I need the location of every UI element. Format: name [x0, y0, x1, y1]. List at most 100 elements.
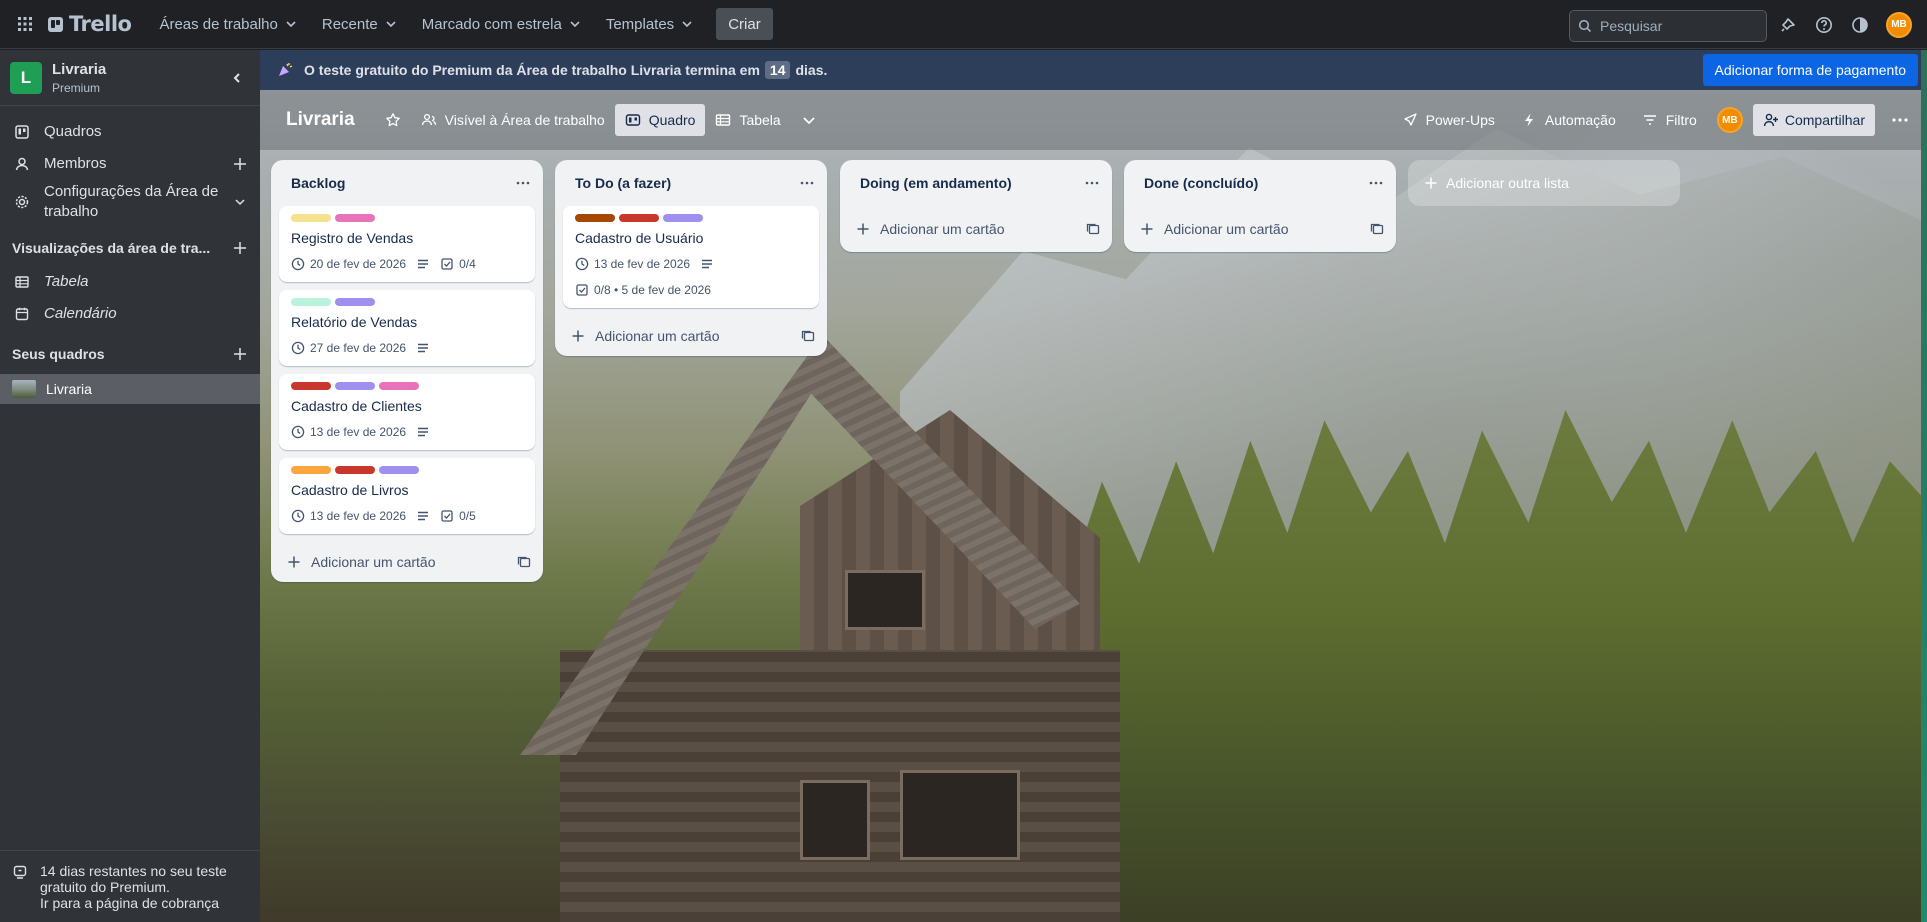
add-card-label: Adicionar um cartão	[1164, 221, 1289, 237]
notifications-icon[interactable]	[1778, 15, 1798, 35]
card-label[interactable]	[663, 214, 703, 222]
sidebar-item-settings[interactable]: Configurações da Área de trabalho	[0, 180, 260, 224]
template-icon[interactable]	[801, 329, 815, 343]
add-member-icon[interactable]	[232, 156, 248, 172]
search-box[interactable]: Pesquisar	[1569, 10, 1767, 42]
list-done: Done (concluído) Adicionar um cartão	[1124, 160, 1396, 252]
list-title[interactable]: Done (concluído)	[1144, 175, 1258, 191]
sidebar-view-table[interactable]: Tabela	[0, 266, 260, 298]
billing-link[interactable]: Ir para a página de cobrança	[40, 895, 227, 911]
search-input[interactable]: Pesquisar	[1600, 18, 1662, 34]
description-icon	[418, 343, 429, 353]
menu-templates[interactable]: Templates	[596, 8, 704, 40]
create-button[interactable]: Criar	[716, 8, 773, 40]
card-cadastro-de-usuario[interactable]: Cadastro de Usuário 13 de fev de 2026 0/…	[563, 206, 819, 308]
chevron-down-icon[interactable]	[232, 194, 248, 210]
table-icon	[716, 114, 731, 126]
menu-recent[interactable]: Recente	[312, 8, 408, 40]
card-label[interactable]	[335, 214, 375, 222]
board-canvas: O teste gratuito do Premium da Área de t…	[260, 50, 1927, 922]
sidebar-board-livraria[interactable]: Livraria	[0, 374, 260, 404]
list-menu-icon[interactable]	[799, 175, 815, 191]
card-label[interactable]	[291, 298, 331, 306]
template-icon[interactable]	[1086, 222, 1100, 236]
add-card-button[interactable]: Adicionar um cartão	[555, 316, 827, 356]
card-label[interactable]	[335, 298, 375, 306]
sidebar-item-members[interactable]: Membros	[0, 148, 260, 180]
theme-icon[interactable]	[1850, 15, 1870, 35]
menu-workspaces[interactable]: Áreas de trabalho	[149, 8, 307, 40]
filter-button[interactable]: Filtro	[1632, 104, 1707, 136]
workspace-logo[interactable]: L	[10, 61, 42, 94]
add-card-button[interactable]: Adicionar um cartão	[840, 206, 1112, 252]
add-list-button[interactable]: Adicionar outra lista	[1408, 160, 1680, 206]
more-views-button[interactable]	[791, 104, 827, 136]
app-switcher-icon[interactable]	[10, 9, 40, 39]
due-date-badge[interactable]: 27 de fev de 2026	[291, 341, 406, 355]
template-icon[interactable]	[1370, 222, 1384, 236]
due-date-badge[interactable]: 13 de fev de 2026	[291, 425, 406, 439]
board-member-avatar[interactable]: MB	[1716, 107, 1743, 133]
star-board-button[interactable]	[375, 104, 411, 136]
card-badges: 27 de fev de 2026	[291, 338, 523, 358]
trial-notice[interactable]: 14 dias restantes no seu teste gratuito …	[0, 850, 260, 922]
collapse-sidebar-icon[interactable]	[224, 65, 250, 91]
user-avatar[interactable]: MB	[1886, 11, 1912, 38]
due-date-badge[interactable]: 13 de fev de 2026	[291, 509, 406, 523]
due-date-badge[interactable]: 20 de fev de 2026	[291, 257, 406, 271]
add-card-label: Adicionar um cartão	[880, 221, 1005, 237]
automation-button[interactable]: Automação	[1511, 104, 1626, 136]
card-label[interactable]	[291, 382, 331, 390]
checklist-badge: 0/4	[440, 257, 476, 271]
add-payment-button[interactable]: Adicionar forma de pagamento	[1702, 54, 1918, 86]
list-menu-icon[interactable]	[1368, 175, 1384, 191]
board-menu-button[interactable]	[1881, 104, 1919, 136]
card-label[interactable]	[379, 382, 419, 390]
share-button[interactable]: Compartilhar	[1752, 104, 1875, 136]
card-label[interactable]	[291, 466, 331, 474]
sidebar-item-label: Tabela	[44, 273, 89, 290]
list-menu-icon[interactable]	[515, 175, 531, 191]
list-title[interactable]: Doing (em andamento)	[860, 175, 1012, 191]
card-label[interactable]	[379, 466, 419, 474]
card-cadastro-de-clientes[interactable]: Cadastro de Clientes 13 de fev de 2026	[279, 374, 535, 450]
card-label[interactable]	[291, 214, 331, 222]
workspace-name[interactable]: Livraria	[52, 61, 224, 78]
help-icon[interactable]	[1814, 15, 1834, 35]
list-title[interactable]: Backlog	[291, 175, 345, 191]
checklist-badge: 0/8 • 5 de fev de 2026	[575, 283, 711, 297]
sidebar-item-boards[interactable]: Quadros	[0, 116, 260, 148]
card-label[interactable]	[335, 382, 375, 390]
add-board-icon[interactable]	[232, 346, 248, 362]
list-menu-icon[interactable]	[1084, 175, 1100, 191]
card-title: Cadastro de Clientes	[291, 398, 422, 414]
view-board-button[interactable]: Quadro	[614, 104, 706, 136]
add-card-button[interactable]: Adicionar um cartão	[271, 542, 543, 582]
sidebar-view-calendar[interactable]: Calendário	[0, 298, 260, 330]
list-title[interactable]: To Do (a fazer)	[575, 175, 671, 191]
plus-icon	[857, 223, 869, 235]
add-card-button[interactable]: Adicionar um cartão	[1124, 206, 1396, 252]
card-labels	[575, 214, 807, 222]
filter-label: Filtro	[1665, 112, 1697, 128]
power-ups-button[interactable]: Power-Ups	[1392, 104, 1505, 136]
card-registro-de-vendas[interactable]: Registro de Vendas 20 de fev de 2026 0/4	[279, 206, 535, 282]
visibility-button[interactable]: Visível à Área de trabalho	[411, 104, 615, 136]
view-table-button[interactable]: Tabela	[705, 104, 790, 136]
list-header: Doing (em andamento)	[840, 160, 1112, 206]
card-labels	[291, 466, 523, 474]
board-title[interactable]: Livraria	[286, 109, 355, 131]
card-label[interactable]	[335, 466, 375, 474]
add-view-icon[interactable]	[232, 240, 248, 256]
view-label: Tabela	[739, 112, 781, 128]
trello-logo[interactable]: Trello	[48, 12, 132, 36]
card-cadastro-de-livros[interactable]: Cadastro de Livros 13 de fev de 2026 0/5	[279, 458, 535, 534]
card-relatorio-de-vendas[interactable]: Relatório de Vendas 27 de fev de 2026	[279, 290, 535, 366]
due-date-badge[interactable]: 13 de fev de 2026	[575, 257, 690, 271]
boards-section-header: Seus quadros	[0, 336, 260, 372]
description-icon	[702, 259, 713, 269]
card-label[interactable]	[575, 214, 615, 222]
card-label[interactable]	[619, 214, 659, 222]
menu-starred[interactable]: Marcado com estrela	[412, 8, 592, 40]
template-icon[interactable]	[517, 555, 531, 569]
